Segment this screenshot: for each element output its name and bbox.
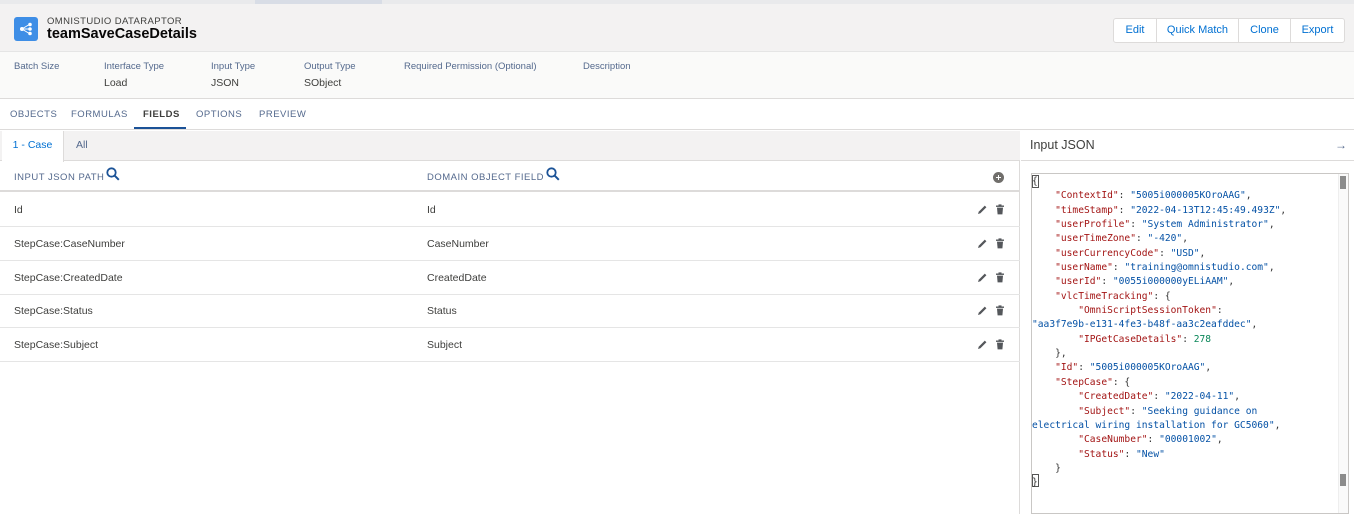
tab-options[interactable]: OPTIONS — [196, 109, 242, 120]
table-row: StepCase:CaseNumber CaseNumber — [0, 227, 1020, 261]
search-icon[interactable] — [546, 167, 560, 181]
vertical-scrollbar[interactable] — [1338, 174, 1348, 513]
pencil-icon[interactable] — [977, 339, 988, 350]
subtab-case[interactable]: 1 - Case — [2, 131, 64, 162]
domain-object-field-cell: Id — [427, 204, 436, 216]
input-json-title: Input JSON — [1030, 138, 1095, 152]
interface-type-label: Interface Type — [104, 61, 165, 72]
subtab-all[interactable]: All — [76, 131, 88, 161]
pencil-icon[interactable] — [977, 272, 988, 283]
page-title: teamSaveCaseDetails — [47, 26, 197, 42]
table-row: StepCase:Status Status — [0, 294, 1020, 328]
input-json-path-cell: StepCase:Subject — [14, 339, 99, 351]
input-json-path-cell: StepCase:CaseNumber — [14, 238, 125, 250]
trash-icon[interactable] — [995, 272, 1005, 283]
edit-button[interactable]: Edit — [1114, 19, 1157, 42]
fields-panel: 1 - Case All INPUT JSON PATH DOMAIN OBJE… — [0, 131, 1020, 514]
header-button-group: Edit Quick Match Clone Export — [1113, 18, 1345, 43]
input-json-path-header: INPUT JSON PATH — [14, 172, 105, 183]
input-json-path-cell: StepCase:Status — [14, 305, 93, 317]
trash-icon[interactable] — [995, 204, 1005, 215]
domain-object-field-header: DOMAIN OBJECT FIELD — [427, 172, 545, 183]
dataraptor-details: Batch Size Interface Type Load Input Typ… — [0, 52, 1354, 99]
tab-fields[interactable]: FIELDS — [143, 109, 180, 120]
pencil-icon[interactable] — [977, 305, 988, 316]
description-label: Description — [583, 61, 631, 72]
json-code[interactable]: { "ContextId": "5005i000005KOroAAG", "ti… — [1032, 175, 1337, 491]
table-row: StepCase:Subject Subject — [0, 328, 1020, 362]
input-json-path-cell: Id — [14, 204, 23, 216]
scrollbar-marker — [1340, 474, 1346, 486]
add-mapping-icon[interactable] — [993, 172, 1004, 183]
output-type-label: Output Type — [304, 61, 356, 72]
export-button[interactable]: Export — [1291, 19, 1344, 42]
domain-object-field-cell: CaseNumber — [427, 238, 489, 250]
mapping-table-header: INPUT JSON PATH DOMAIN OBJECT FIELD — [0, 161, 1020, 192]
arrow-right-icon[interactable]: → — [1335, 138, 1347, 152]
tab-preview[interactable]: PREVIEW — [259, 109, 306, 120]
input-json-path-cell: StepCase:CreatedDate — [14, 272, 123, 284]
domain-object-field-cell: CreatedDate — [427, 272, 487, 284]
trash-icon[interactable] — [995, 305, 1005, 316]
input-type-value: JSON — [211, 77, 240, 89]
quick-match-button[interactable]: Quick Match — [1157, 19, 1239, 42]
tab-formulas[interactable]: FORMULAS — [71, 109, 128, 120]
search-icon[interactable] — [106, 167, 120, 181]
interface-type-value: Load — [104, 77, 128, 89]
tab-bar: OBJECTS FORMULAS FIELDS OPTIONS PREVIEW — [0, 100, 1354, 130]
domain-object-field-cell: Subject — [427, 339, 463, 351]
batch-size-label: Batch Size — [14, 61, 60, 72]
output-type-value: SObject — [304, 77, 342, 89]
scrollbar-marker — [1340, 176, 1346, 189]
object-subtabs: 1 - Case All — [0, 131, 1020, 162]
panel-divider — [1021, 160, 1354, 161]
domain-object-field-cell: Status — [427, 305, 457, 317]
json-editor[interactable]: { "ContextId": "5005i000005KOroAAG", "ti… — [1031, 173, 1349, 514]
dataraptor-icon — [14, 17, 38, 41]
tab-objects[interactable]: OBJECTS — [10, 109, 57, 120]
pencil-icon[interactable] — [977, 204, 988, 215]
required-permission-label: Required Permission (Optional) — [404, 61, 537, 72]
input-type-label: Input Type — [211, 61, 256, 72]
trash-icon[interactable] — [995, 339, 1005, 350]
page-header: OMNISTUDIO DATARAPTOR teamSaveCaseDetail… — [0, 4, 1354, 52]
input-json-panel: Input JSON → { "ContextId": "5005i000005… — [1021, 131, 1354, 514]
active-tab-indicator — [134, 127, 186, 129]
table-row: StepCase:CreatedDate CreatedDate — [0, 261, 1020, 295]
pencil-icon[interactable] — [977, 238, 988, 249]
trash-icon[interactable] — [995, 238, 1005, 249]
clone-button[interactable]: Clone — [1239, 19, 1291, 42]
table-row: Id Id — [0, 193, 1020, 227]
